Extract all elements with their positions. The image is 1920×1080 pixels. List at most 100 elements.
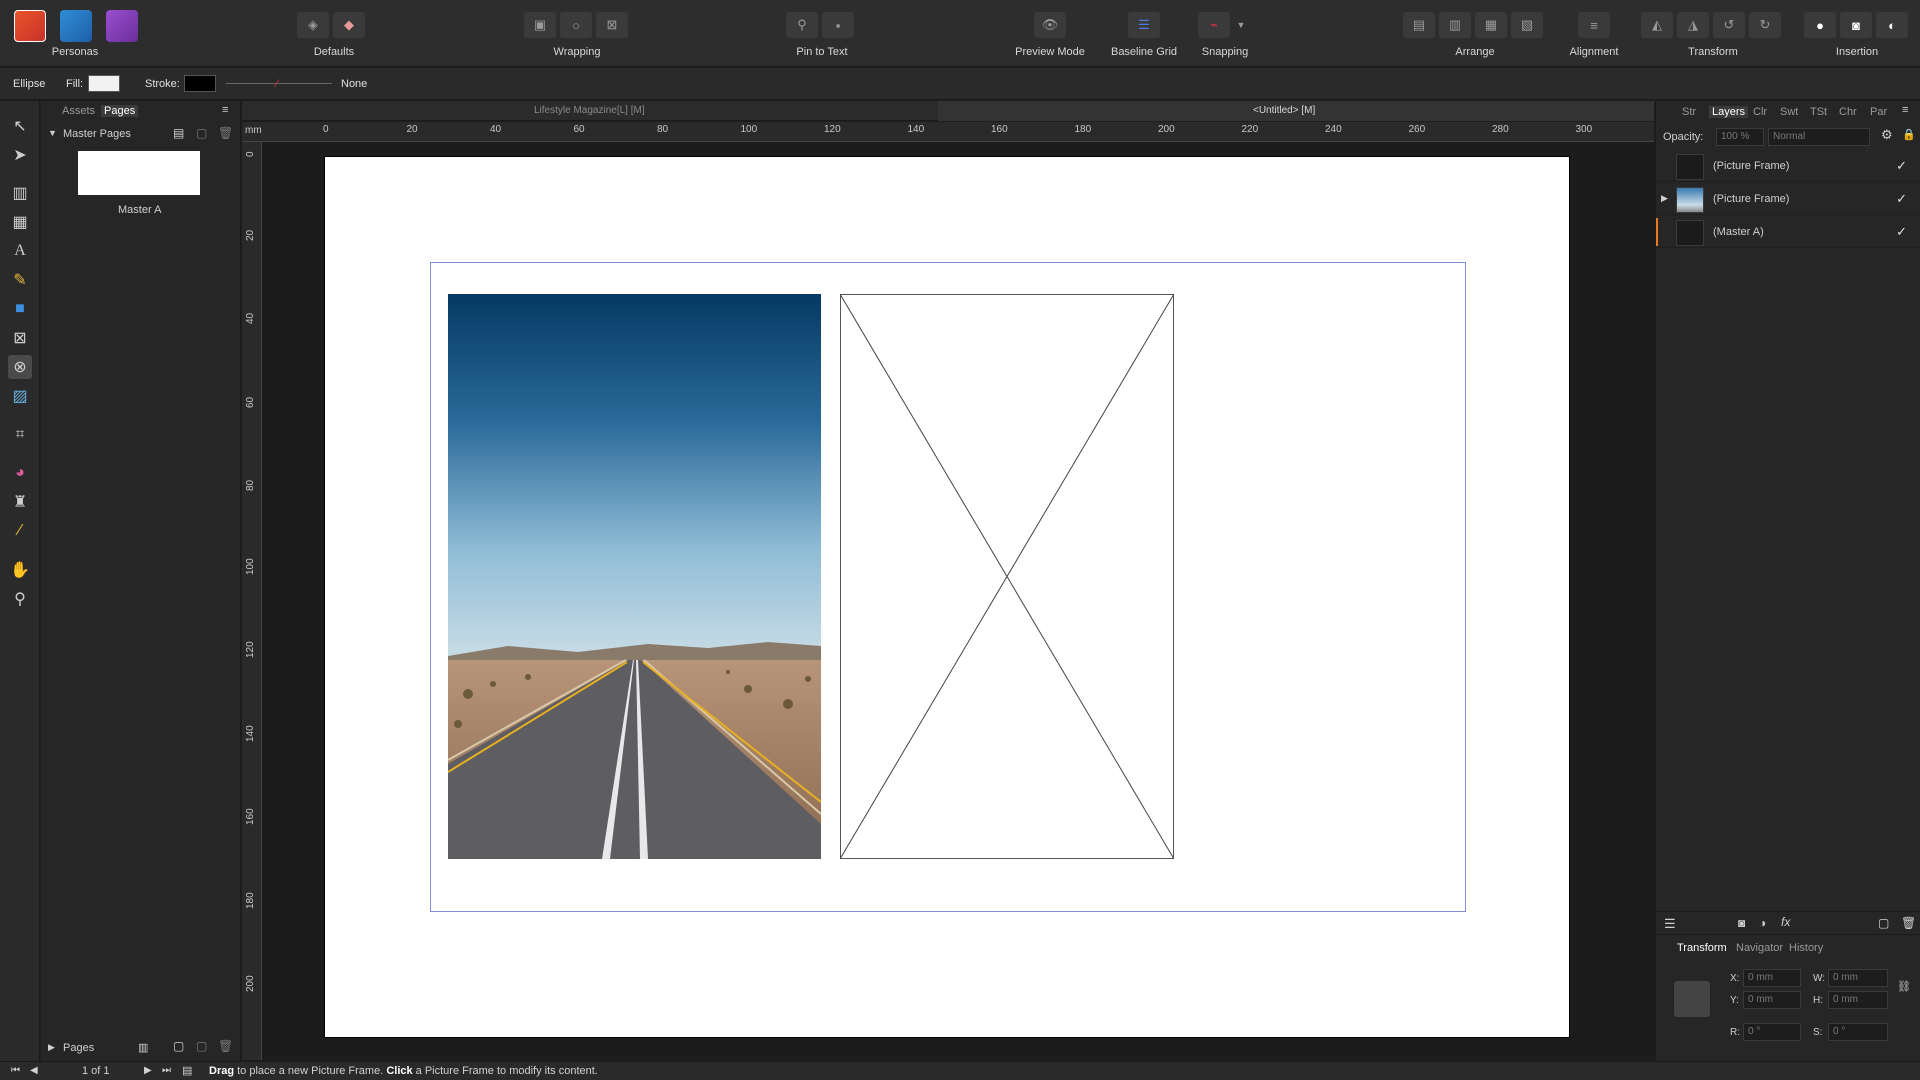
wrap-none-icon[interactable]: ⊠ xyxy=(596,12,628,38)
document-page[interactable] xyxy=(324,156,1570,1038)
picture-frame-rect-tool-icon[interactable]: ⊠ xyxy=(8,326,32,350)
layer-visibility-check[interactable]: ✓ xyxy=(1896,224,1907,240)
first-page-icon[interactable]: ⏮ xyxy=(11,1065,20,1076)
tab-swatches[interactable]: Swt xyxy=(1780,106,1798,118)
arrange-forward-icon[interactable]: ▦ xyxy=(1475,12,1507,38)
tab-text-styles[interactable]: TSt xyxy=(1810,106,1827,118)
alignment-icon[interactable]: ≡ xyxy=(1578,12,1610,38)
vertical-ruler[interactable]: 0 20 40 60 80 100 120 140 160 180 200 xyxy=(242,142,262,1060)
tab-color[interactable]: Clr xyxy=(1753,106,1767,118)
blend-mode-select[interactable]: Normal xyxy=(1768,128,1870,146)
publisher-persona-icon[interactable] xyxy=(14,10,46,42)
mask-icon[interactable]: ◙ xyxy=(1738,916,1745,930)
adjustment-icon[interactable]: ◑ xyxy=(1759,916,1766,930)
tab-lifestyle-magazine[interactable]: Lifestyle Magazine[L] [M] xyxy=(534,105,645,116)
lock-aspect-icon[interactable]: ⛓ xyxy=(1897,980,1911,993)
fill-tool-icon[interactable]: ♜ xyxy=(8,490,32,514)
picture-frame-ellipse-tool-icon[interactable]: ⊗ xyxy=(8,355,32,379)
stroke-swatch[interactable] xyxy=(184,75,216,92)
tab-layers[interactable]: Layers xyxy=(1709,106,1749,118)
zoom-tool-icon[interactable]: ⚲ xyxy=(8,587,32,611)
duplicate-master-icon[interactable]: ▢ xyxy=(196,126,207,140)
frame-text-tool-icon[interactable]: ▥ xyxy=(8,181,32,205)
opacity-field[interactable]: 100 % xyxy=(1716,128,1764,146)
tab-character[interactable]: Chr xyxy=(1839,106,1857,118)
expand-layer-icon[interactable]: ▶ xyxy=(1661,193,1668,204)
wrap-tight-icon[interactable]: ○ xyxy=(560,12,592,38)
tab-transform[interactable]: Transform xyxy=(1677,942,1727,954)
add-layer-icon[interactable]: ▢ xyxy=(1878,916,1889,930)
active-document-tab[interactable]: <Untitled> [M] xyxy=(938,101,1654,121)
prev-page-icon[interactable]: ◀ xyxy=(30,1065,38,1076)
tab-paragraph[interactable]: Par xyxy=(1870,106,1887,118)
x-field[interactable]: 0 mm xyxy=(1743,969,1801,987)
eyedropper-tool-icon[interactable]: ⁄ xyxy=(8,519,32,543)
layer-row[interactable]: (Picture Frame) ✓ xyxy=(1656,150,1920,182)
table-tool-icon[interactable]: ▦ xyxy=(8,210,32,234)
panel-menu-icon[interactable]: ≡ xyxy=(222,104,228,116)
preview-mode-icon[interactable]: 👁 xyxy=(1034,12,1066,38)
canvas[interactable] xyxy=(262,142,1654,1060)
insert-behind-icon[interactable]: ● xyxy=(1804,12,1836,38)
page-options-icon[interactable]: ▥ xyxy=(138,1041,148,1054)
add-master-icon[interactable]: ▤ xyxy=(173,126,184,140)
delete-layer-icon[interactable]: 🗑 xyxy=(1901,916,1916,930)
anchor-point-selector[interactable] xyxy=(1674,981,1710,1017)
arrange-front-icon[interactable]: ▧ xyxy=(1511,12,1543,38)
snapping-magnet-icon[interactable]: ⌁ xyxy=(1198,12,1230,38)
node-tool-icon[interactable]: ➤ xyxy=(8,143,32,167)
delete-master-icon[interactable]: 🗑 xyxy=(218,126,233,140)
insert-top-icon[interactable]: ◙ xyxy=(1840,12,1872,38)
lock-icon[interactable]: 🔒 xyxy=(1902,128,1916,141)
tab-stroke[interactable]: Str xyxy=(1682,106,1696,118)
stroke-width-slider[interactable] xyxy=(226,83,332,84)
crop-tool-icon[interactable]: ⌗ xyxy=(8,423,32,447)
insert-inside-icon[interactable]: ◐ xyxy=(1876,12,1908,38)
fill-swatch[interactable] xyxy=(88,75,120,92)
master-pages-disclosure-icon[interactable]: ▼ xyxy=(48,128,57,138)
horizontal-ruler[interactable]: mm 0 20 40 60 80 100 120 140 160 180 200 220 240 260 2… xyxy=(242,122,1654,142)
tab-history[interactable]: History xyxy=(1789,942,1823,954)
artistic-text-tool-icon[interactable]: A xyxy=(8,239,32,263)
rectangle-tool-icon[interactable]: ■ xyxy=(8,297,32,321)
layer-row[interactable]: (Master A) ✓ xyxy=(1656,216,1920,248)
stroke-style-value[interactable]: None xyxy=(341,78,367,90)
photo-persona-icon[interactable] xyxy=(106,10,138,42)
page-spread-icon[interactable]: ▤ xyxy=(182,1064,192,1077)
color-picker-tool-icon[interactable]: ◕ xyxy=(8,461,32,485)
pages-disclosure-icon[interactable]: ▶ xyxy=(48,1042,55,1053)
snapping-dropdown-icon[interactable]: ▼ xyxy=(1234,12,1248,38)
layer-settings-gear-icon[interactable]: ⚙ xyxy=(1881,127,1893,143)
move-tool-icon[interactable]: ↖ xyxy=(8,114,32,138)
last-page-icon[interactable]: ⏭ xyxy=(162,1065,171,1076)
arrange-backward-icon[interactable]: ▥ xyxy=(1439,12,1471,38)
delete-page-icon[interactable]: 🗑 xyxy=(218,1039,233,1053)
next-page-icon[interactable]: ▶ xyxy=(144,1065,152,1076)
designer-persona-icon[interactable] xyxy=(60,10,92,42)
y-field[interactable]: 0 mm xyxy=(1743,991,1801,1009)
rotate-left-icon[interactable]: ↺ xyxy=(1713,12,1745,38)
layer-row[interactable]: ▶ (Picture Frame) ✓ xyxy=(1656,183,1920,215)
pin-inline-icon[interactable]: ▪ xyxy=(822,12,854,38)
place-image-tool-icon[interactable]: ▨ xyxy=(8,384,32,408)
flip-vertical-icon[interactable]: ◮ xyxy=(1677,12,1709,38)
pen-tool-icon[interactable]: ✎ xyxy=(8,268,32,292)
stroke-slider-handle-icon[interactable]: ⁄ xyxy=(276,78,278,90)
layer-visibility-check[interactable]: ✓ xyxy=(1896,158,1907,174)
fx-icon[interactable]: fx xyxy=(1781,915,1790,929)
picture-frame-road-image[interactable] xyxy=(448,294,821,859)
layer-stack-icon[interactable]: ☰ xyxy=(1664,916,1676,932)
w-field[interactable]: 0 mm xyxy=(1828,969,1888,987)
pin-icon[interactable]: ⚲ xyxy=(786,12,818,38)
panel-menu-icon[interactable]: ≡ xyxy=(1902,104,1908,116)
wrap-square-icon[interactable]: ▣ xyxy=(524,12,556,38)
defaults-sync-icon[interactable]: ◈ xyxy=(297,12,329,38)
rotation-field[interactable]: 0 ° xyxy=(1743,1023,1801,1041)
hand-tool-icon[interactable]: ✋ xyxy=(8,558,32,582)
empty-picture-frame[interactable] xyxy=(840,294,1174,859)
baseline-grid-icon[interactable]: ☰ xyxy=(1128,12,1160,38)
tab-pages[interactable]: Pages xyxy=(101,105,139,117)
defaults-revert-icon[interactable]: ◆ xyxy=(333,12,365,38)
tab-assets[interactable]: Assets xyxy=(62,105,95,117)
shear-field[interactable]: 0 ° xyxy=(1828,1023,1888,1041)
